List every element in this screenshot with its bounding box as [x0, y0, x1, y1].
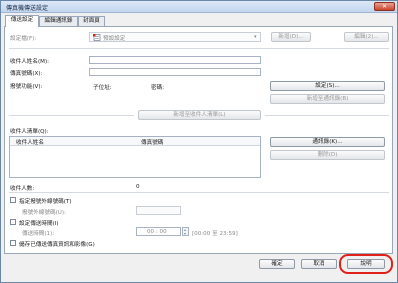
- recipient-name-input[interactable]: [89, 56, 261, 64]
- dial-function-label: 撥號功能(V):: [10, 84, 43, 90]
- outside-prefix-label: 撥號外線號碼(U):: [22, 210, 66, 216]
- ok-button[interactable]: 確定: [259, 259, 295, 269]
- time-spinner[interactable]: ▴ ▾: [182, 227, 189, 236]
- send-settings-panel: 設定檔(F): 預設設定 ▾ 新增(D)... 編輯(2)... 收件人姓名(M…: [4, 26, 393, 254]
- fax-sending-settings-dialog: 傳真機傳送設定 ✕ 傳送設定 編輯通訊錄 封面頁 設定檔(F): 預設設定 ▾ …: [0, 0, 398, 283]
- send-time-range: [00:00 至 23:59]: [192, 231, 238, 237]
- divider: [9, 192, 389, 193]
- help-highlight-ring: [339, 254, 393, 274]
- subaddress-label: 子位址:: [93, 85, 112, 91]
- add-settings-button[interactable]: 新增(D)...: [271, 32, 311, 42]
- delete-button[interactable]: 刪除(D): [270, 150, 385, 160]
- settings-profile-select[interactable]: 預設設定 ▾: [89, 32, 261, 42]
- tab-edit-address-book[interactable]: 編輯通訊錄: [39, 16, 78, 26]
- edit-settings-button[interactable]: 編輯(2)...: [344, 32, 389, 42]
- tab-send-settings[interactable]: 傳送設定: [5, 15, 39, 27]
- settings-profile-label: 設定檔(F):: [10, 36, 37, 42]
- add-to-address-book-button[interactable]: 新增至通訊錄(B): [270, 94, 385, 104]
- title-bar: 傳真機傳送設定 ✕: [1, 1, 397, 13]
- divider: [9, 48, 389, 49]
- outside-line-checkbox[interactable]: [10, 197, 16, 203]
- dialog-title: 傳真機傳送設定: [6, 5, 49, 12]
- column-recipient-name[interactable]: 收件人姓名: [16, 138, 44, 146]
- divider: [9, 115, 134, 116]
- close-button[interactable]: ✕: [374, 2, 395, 11]
- send-time-checkbox[interactable]: [10, 219, 16, 225]
- fax-number-label: 傳真號碼(X):: [10, 71, 43, 77]
- send-time-checkbox-label: 設定傳送時間(I): [19, 221, 59, 227]
- spin-down-icon: ▾: [184, 231, 187, 236]
- cancel-button[interactable]: 取消: [301, 259, 337, 269]
- fax-profile-icon: [93, 34, 101, 41]
- recipient-count-label: 收件人數:: [10, 186, 35, 192]
- send-time-value: 00 : 00: [147, 229, 167, 235]
- outside-prefix-input[interactable]: [136, 206, 181, 215]
- tab-cover-sheet[interactable]: 封面頁: [78, 16, 105, 26]
- add-to-recipient-list-button[interactable]: 新增至收件人清單(L): [138, 110, 261, 120]
- recipient-list-label: 收件人清單(Q):: [10, 129, 49, 135]
- store-sent-fax-label: 儲存已傳送傳真資訊和影像(G): [19, 242, 95, 248]
- recipient-list[interactable]: 收件人姓名 傳真號碼: [9, 136, 261, 178]
- password-label: 密碼:: [151, 85, 165, 91]
- recipient-name-label: 收件人姓名(M):: [10, 59, 50, 65]
- send-time-input[interactable]: 00 : 00: [136, 227, 181, 236]
- outside-line-label: 指定撥號外線號碼(T): [19, 199, 72, 205]
- dial-settings-button[interactable]: 設定(S)...: [270, 81, 385, 91]
- recipient-list-header: 收件人姓名 傳真號碼: [10, 137, 260, 146]
- send-time-label: 傳送時間(1):: [22, 231, 55, 237]
- address-book-button[interactable]: 通訊錄(K)...: [270, 137, 385, 147]
- store-sent-fax-checkbox[interactable]: [10, 240, 16, 246]
- column-fax-number[interactable]: 傳真號碼: [141, 138, 163, 146]
- recipient-count-value: 0: [136, 184, 140, 190]
- chevron-down-icon: ▾: [254, 34, 257, 40]
- fax-number-input[interactable]: [89, 68, 261, 76]
- settings-profile-value: 預設設定: [103, 36, 126, 42]
- divider: [265, 115, 389, 116]
